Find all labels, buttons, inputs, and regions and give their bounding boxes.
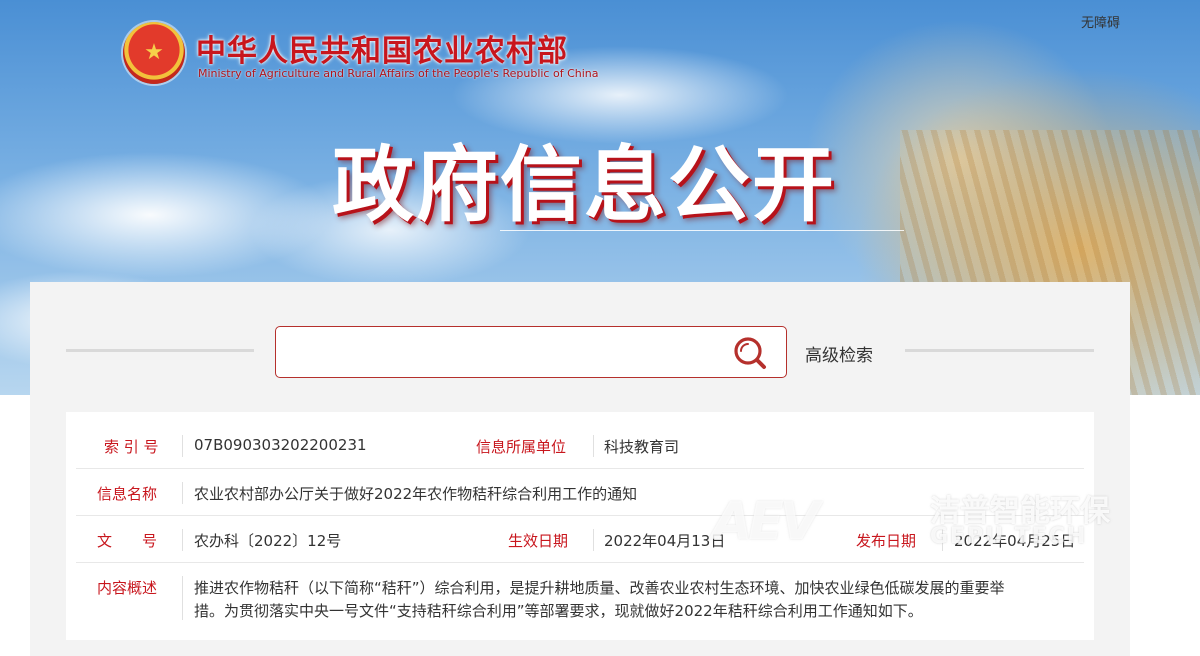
effective-date-label: 生效日期 — [508, 532, 569, 550]
docno-label: 文 号 — [97, 532, 158, 550]
info-table: 索 引 号 07B090303202200231 信息所属单位 科技教育司 信息… — [66, 412, 1094, 640]
info-row-name: 信息名称 农业农村部办公厅关于做好2022年农作物秸秆综合利用工作的通知 — [76, 469, 1084, 516]
publish-date-label: 发布日期 — [856, 532, 917, 550]
search-box[interactable] — [275, 326, 787, 378]
national-emblem-icon[interactable]: ★ — [123, 22, 185, 84]
summary-line-1: 推进农作物秸秆（以下简称“秸秆”）综合利用，是提升耕地质量、改善农业农村生态环境… — [194, 579, 1005, 597]
separator — [593, 529, 594, 551]
ministry-name-en[interactable]: Ministry of Agriculture and Rural Affair… — [198, 67, 599, 80]
summary-label: 内容概述 — [97, 579, 158, 597]
publish-date-value: 2022年04月25日 — [954, 532, 1076, 550]
info-row-docno: 文 号 农办科〔2022〕12号 生效日期 2022年04月13日 发布日期 2… — [76, 516, 1084, 563]
advanced-search-link[interactable]: 高级检索 — [805, 341, 873, 366]
name-label: 信息名称 — [97, 485, 158, 503]
info-row-summary: 内容概述 推进农作物秸秆（以下简称“秸秆”）综合利用，是提升耕地质量、改善农业农… — [76, 563, 1084, 633]
unit-label: 信息所属单位 — [476, 438, 567, 456]
search-icon[interactable] — [732, 335, 768, 371]
docno-value: 农办科〔2022〕12号 — [194, 532, 342, 550]
separator — [182, 482, 183, 504]
index-label: 索 引 号 — [104, 438, 159, 456]
separator — [182, 529, 183, 551]
name-value[interactable]: 农业农村部办公厅关于做好2022年农作物秸秆综合利用工作的通知 — [194, 483, 637, 504]
summary-line-2: 措。为贯彻落实中央一号文件“支持秸秆综合利用”等部署要求，现就做好2022年秸秆… — [194, 602, 923, 620]
index-value: 07B090303202200231 — [194, 436, 367, 454]
search-divider-right — [905, 349, 1094, 352]
accessibility-link[interactable]: 无障碍 — [1081, 12, 1120, 31]
separator — [942, 529, 943, 551]
title-underline — [500, 230, 904, 231]
separator — [182, 435, 183, 457]
ministry-name-cn[interactable]: 中华人民共和国农业农村部 — [196, 26, 568, 70]
unit-value: 科技教育司 — [604, 438, 680, 456]
search-input[interactable] — [284, 335, 714, 369]
separator — [182, 576, 183, 620]
search-divider-left — [66, 349, 254, 352]
separator — [593, 435, 594, 457]
info-row-index: 索 引 号 07B090303202200231 信息所属单位 科技教育司 — [76, 422, 1084, 469]
effective-date-value: 2022年04月13日 — [604, 532, 726, 550]
page-title: 政府信息公开 — [332, 138, 837, 233]
